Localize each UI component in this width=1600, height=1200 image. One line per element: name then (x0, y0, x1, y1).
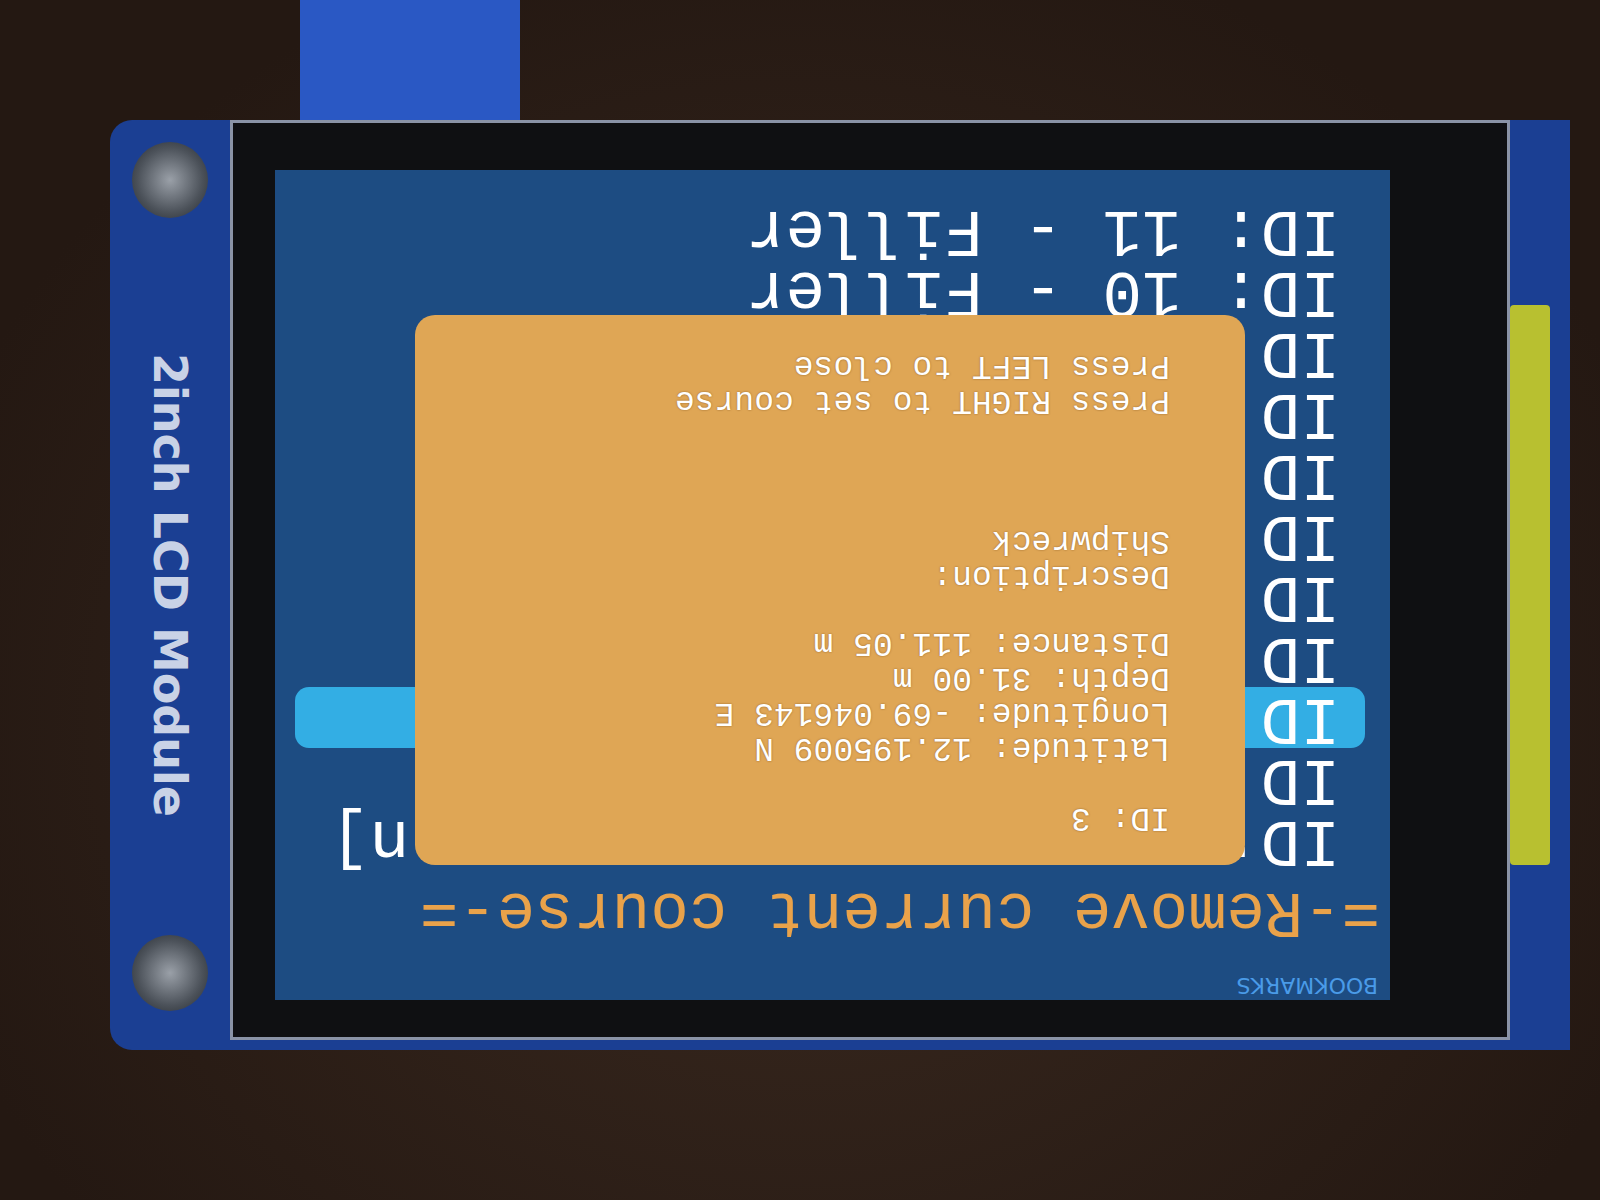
row-label: ID (1261, 748, 1340, 809)
row-label: ID (1261, 626, 1340, 687)
popup-field: Longitude: -69.046143 E (455, 695, 1170, 730)
popup-hint: Press LEFT to close (455, 348, 1170, 383)
popup-fields: Latitude: 12.195009 NLongitude: -69.0461… (455, 625, 1170, 765)
popup-field: Distance: 111.05 m (455, 625, 1170, 660)
row-label: ID (1261, 565, 1340, 626)
bookmarks-ui: BOOKMARKS=-Remove current course-=ID:n]I… (275, 170, 1390, 1000)
bookmark-popup: ID: 3 Latitude: 12.195009 NLongitude: -69… (415, 315, 1245, 865)
ribbon-cable (300, 0, 520, 120)
popup-description: Description:Shipwreck (455, 523, 1170, 593)
row-label: ID (1261, 687, 1340, 748)
popup-id: ID: 3 (455, 800, 1170, 835)
connector-strip (1510, 120, 1570, 1050)
bookmark-row[interactable]: ID: 10 - Filler (295, 260, 1365, 321)
remove-course-action[interactable]: =-Remove current course-= (275, 876, 1390, 946)
popup-field: Depth: 31.00 m (455, 660, 1170, 695)
screw-icon (132, 935, 208, 1011)
description-label: Description: (455, 558, 1170, 593)
row-suffix: n] (330, 809, 409, 870)
bookmark-row[interactable]: ID: 11 - Filler (295, 199, 1365, 260)
popup-field: Latitude: 12.195009 N (455, 730, 1170, 765)
display-screen: BOOKMARKS=-Remove current course-=ID:n]I… (275, 170, 1390, 1000)
row-label: ID: 10 - Filler (746, 260, 1340, 321)
row-label: ID (1261, 443, 1340, 504)
cable-row (0, 0, 1600, 120)
row-label: ID: 11 - Filler (746, 199, 1340, 260)
board-label: 2inch LCD Module (143, 353, 197, 817)
screen-title: BOOKMARKS (275, 970, 1390, 1000)
lcd-board: 2inch LCD Module BOOKMARKS =-Remove curren… (110, 120, 1570, 1050)
popup-hint: Press RIGHT to set course (455, 383, 1170, 418)
description-value: Shipwreck (455, 523, 1170, 558)
connector-pins (1510, 305, 1550, 865)
display-glass: BOOKMARKS=-Remove current course-=ID:n]I… (230, 120, 1510, 1040)
row-label: ID (1261, 321, 1340, 382)
row-label: ID (1261, 382, 1340, 443)
row-label: ID (1261, 504, 1340, 565)
popup-hints: Press RIGHT to set coursePress LEFT to c… (455, 348, 1170, 418)
photo-scene: 2inch LCD Module BOOKMARKS =-Remove curren… (0, 0, 1600, 1200)
screw-icon (132, 142, 208, 218)
board-label-column: 2inch LCD Module (110, 120, 230, 1050)
